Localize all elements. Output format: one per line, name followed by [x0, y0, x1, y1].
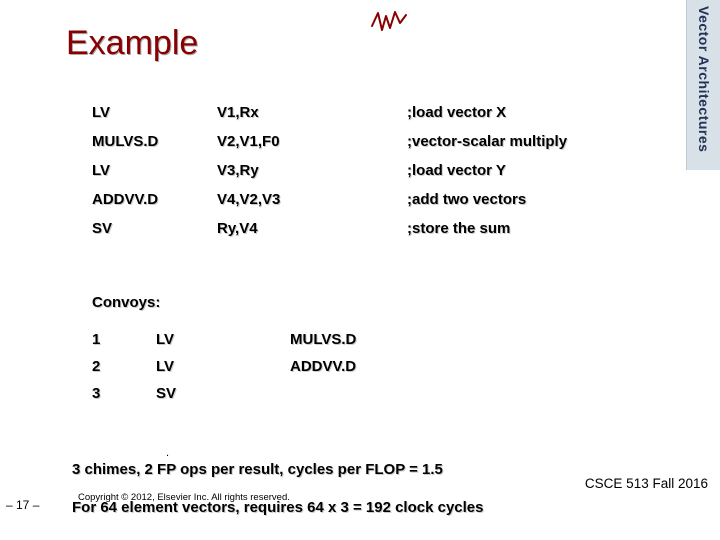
instr-op: ADDVV.D [92, 185, 217, 214]
instr-comment: ;load vector X [407, 98, 662, 127]
summary-line-2: For 64 element vectors, requires 64 x 3 … [72, 499, 484, 516]
table-row: 2 LV ADDVV.D [92, 353, 356, 380]
convoy-op: ADDVV.D [290, 353, 356, 380]
instr-comment: ;add two vectors [407, 185, 662, 214]
table-row: SV Ry,V4 ;store the sum [92, 214, 662, 243]
instr-op: MULVS.D [92, 127, 217, 156]
course-label: CSCE 513 Fall 2016 [585, 476, 708, 491]
instr-op: SV [92, 214, 217, 243]
page-number: – 17 – [6, 498, 39, 512]
convoy-number: 2 [92, 353, 156, 380]
table-row: LV V1,Rx ;load vector X [92, 98, 662, 127]
convoy-number: 3 [92, 380, 156, 407]
instr-comment: ;vector-scalar multiply [407, 127, 662, 156]
instr-op: LV [92, 156, 217, 185]
summary-line-1: 3 chimes, 2 FP ops per result, cycles pe… [72, 461, 443, 478]
table-row: MULVS.D V2,V1,F0 ;vector-scalar multiply [92, 127, 662, 156]
instr-args: V4,V2,V3 [217, 185, 407, 214]
instr-comment: ;store the sum [407, 214, 662, 243]
table-row: 3 SV [92, 380, 356, 407]
instr-op: LV [92, 98, 217, 127]
instruction-table: LV V1,Rx ;load vector X MULVS.D V2,V1,F0… [92, 98, 662, 243]
table-row: LV V3,Ry ;load vector Y [92, 156, 662, 185]
sidebar-label: Vector Architectures [696, 6, 712, 152]
table-row: 1 LV MULVS.D [92, 326, 356, 353]
instr-comment: ;load vector Y [407, 156, 662, 185]
stray-dot: . [166, 447, 169, 459]
convoy-number: 1 [92, 326, 156, 353]
instr-args: V3,Ry [217, 156, 407, 185]
convoy-op: LV [156, 353, 290, 380]
convoy-op: MULVS.D [290, 326, 356, 353]
convoys-table: 1 LV MULVS.D 2 LV ADDVV.D 3 SV [92, 326, 356, 407]
squiggle-icon [370, 8, 410, 34]
convoy-op [290, 380, 356, 407]
convoy-op: LV [156, 326, 290, 353]
slide: Vector Architectures Example LV V1,Rx ;l… [0, 0, 720, 540]
instr-args: Ry,V4 [217, 214, 407, 243]
page-title: Example [66, 24, 198, 63]
convoys-heading: Convoys: [92, 294, 160, 311]
instr-args: V1,Rx [217, 98, 407, 127]
instr-args: V2,V1,F0 [217, 127, 407, 156]
table-row: ADDVV.D V4,V2,V3 ;add two vectors [92, 185, 662, 214]
convoy-op: SV [156, 380, 290, 407]
